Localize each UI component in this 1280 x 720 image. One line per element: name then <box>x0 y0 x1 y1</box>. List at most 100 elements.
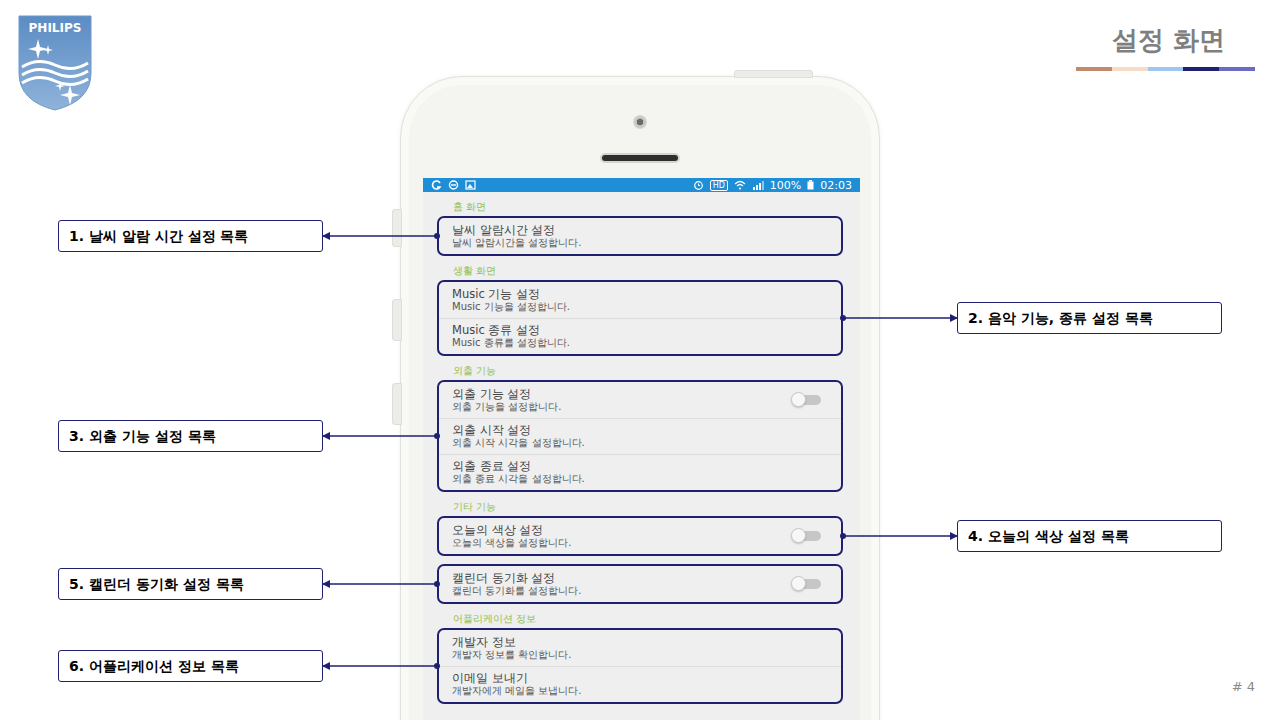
callout-dot <box>840 533 846 539</box>
settings-item[interactable]: 캘린더 동기화 설정 캘린더 동기화를 설정합니다. <box>439 566 841 602</box>
section-header: 생활 화면 <box>423 256 860 280</box>
item-subtitle: 외출 시작 시각을 설정합니다. <box>452 437 585 449</box>
settings-item[interactable]: 오늘의 색상 설정 오늘의 색상을 설정합니다. <box>439 518 841 554</box>
signal-icon <box>752 180 764 190</box>
item-subtitle: 오늘의 색상을 설정합니다. <box>452 537 572 549</box>
status-info: HD 100% 02:03 <box>693 179 852 192</box>
item-title: 외출 종료 설정 <box>452 460 585 473</box>
slide-header: PHILIPS 설정 화면 <box>0 0 1280 111</box>
item-title: 날씨 알람시간 설정 <box>452 224 582 237</box>
item-subtitle: Music 기능을 설정합니다. <box>452 301 570 313</box>
section-groups: 개발자 정보 개발자 정보를 확인합니다. 이메일 보내기 개발자에게 메일을 … <box>423 628 860 704</box>
section-header: 어플리케이션 정보 <box>423 604 860 628</box>
wifi-icon <box>734 180 746 190</box>
item-text: Music 종류 설정 Music 종류를 설정합니다. <box>452 324 570 349</box>
section-groups: 오늘의 색상 설정 오늘의 색상을 설정합니다. 캘린더 동기화 설정 캘린더 … <box>423 516 860 604</box>
settings-item[interactable]: 외출 종료 설정 외출 종료 시각을 설정합니다. <box>439 454 841 490</box>
section-groups: 날씨 알람시간 설정 날씨 알람시간을 설정합니다. <box>423 216 860 256</box>
item-title: 외출 기능 설정 <box>452 388 562 401</box>
callout-dot <box>434 433 440 439</box>
callout-label: 2. 음악 기능, 종류 설정 목록 <box>957 302 1222 334</box>
settings-item[interactable]: Music 기능 설정 Music 기능을 설정합니다. <box>439 282 841 318</box>
callout-label: 5. 캘린더 동기화 설정 목록 <box>58 568 323 600</box>
callout-dot <box>840 315 846 321</box>
toggle-switch[interactable] <box>793 579 821 589</box>
settings-item[interactable]: 외출 시작 설정 외출 시작 시각을 설정합니다. <box>439 418 841 454</box>
item-subtitle: 개발자에게 메일을 보냅니다. <box>452 685 582 697</box>
sync-icon <box>448 180 459 190</box>
speaker-icon <box>600 153 680 163</box>
item-text: 캘린더 동기화 설정 캘린더 동기화를 설정합니다. <box>452 572 582 597</box>
item-text: 이메일 보내기 개발자에게 메일을 보냅니다. <box>452 672 582 697</box>
phone-side-button <box>392 209 402 247</box>
highlight-group: 개발자 정보 개발자 정보를 확인합니다. 이메일 보내기 개발자에게 메일을 … <box>437 628 843 704</box>
section-header: 기타 기능 <box>423 492 860 516</box>
item-subtitle: 날씨 알람시간을 설정합니다. <box>452 237 582 249</box>
item-title: 개발자 정보 <box>452 636 572 649</box>
settings-section: 외출 기능 외출 기능 설정 외출 기능을 설정합니다. 외출 시작 설정 외출… <box>423 356 860 492</box>
callout-arrow <box>323 665 437 667</box>
accent-strip <box>1076 67 1255 71</box>
settings-section: 홈 화면 날씨 알람시간 설정 날씨 알람시간을 설정합니다. <box>423 192 860 256</box>
section-header: 외출 기능 <box>423 356 860 380</box>
item-title: 외출 시작 설정 <box>452 424 585 437</box>
callout-label: 4. 오늘의 색상 설정 목록 <box>957 520 1222 552</box>
settings-item[interactable]: Music 종류 설정 Music 종류를 설정합니다. <box>439 318 841 354</box>
item-text: 외출 종료 설정 외출 종료 시각을 설정합니다. <box>452 460 585 485</box>
item-text: Music 기능 설정 Music 기능을 설정합니다. <box>452 288 570 313</box>
item-title: 오늘의 색상 설정 <box>452 524 572 537</box>
highlight-group: 외출 기능 설정 외출 기능을 설정합니다. 외출 시작 설정 외출 시작 시각… <box>437 380 843 492</box>
slide-title: 설정 화면 <box>1112 23 1255 57</box>
status-icons <box>431 180 476 190</box>
toggle-knob <box>791 576 806 591</box>
page-number: # 4 <box>1232 679 1280 720</box>
callout-arrow <box>323 435 437 437</box>
svg-text:PHILIPS: PHILIPS <box>29 21 82 35</box>
settings-item[interactable]: 개발자 정보 개발자 정보를 확인합니다. <box>439 630 841 666</box>
settings-item[interactable]: 이메일 보내기 개발자에게 메일을 보냅니다. <box>439 666 841 702</box>
item-title: 이메일 보내기 <box>452 672 582 685</box>
title-block: 설정 화면 <box>1076 15 1255 71</box>
section-groups: 외출 기능 설정 외출 기능을 설정합니다. 외출 시작 설정 외출 시작 시각… <box>423 380 860 492</box>
callout-dot <box>434 233 440 239</box>
item-subtitle: 캘린더 동기화를 설정합니다. <box>452 585 582 597</box>
item-subtitle: 개발자 정보를 확인합니다. <box>452 649 572 661</box>
settings-item[interactable]: 날씨 알람시간 설정 날씨 알람시간을 설정합니다. <box>439 218 841 254</box>
section-header: 홈 화면 <box>423 192 860 216</box>
callout-label: 1. 날씨 알람 시간 설정 목록 <box>58 220 323 252</box>
toggle-knob <box>791 528 806 543</box>
item-text: 개발자 정보 개발자 정보를 확인합니다. <box>452 636 572 661</box>
hd-badge: HD <box>710 180 728 191</box>
callout-arrow <box>323 235 437 237</box>
item-text: 오늘의 색상 설정 오늘의 색상을 설정합니다. <box>452 524 572 549</box>
slide: PHILIPS 설정 화면 HD 100% 02:03 홈 화면 날씨 알람시간… <box>0 0 1280 720</box>
philips-shield-icon: PHILIPS <box>18 15 92 111</box>
alarm-icon <box>693 180 704 190</box>
toggle-switch[interactable] <box>793 531 821 541</box>
toggle-switch[interactable] <box>793 395 821 405</box>
item-subtitle: 외출 종료 시각을 설정합니다. <box>452 473 585 485</box>
phone-side-button <box>392 383 402 425</box>
battery-level: 100% <box>770 179 801 192</box>
highlight-group: 캘린더 동기화 설정 캘린더 동기화를 설정합니다. <box>437 564 843 604</box>
highlight-group: 오늘의 색상 설정 오늘의 색상을 설정합니다. <box>437 516 843 556</box>
highlight-group: Music 기능 설정 Music 기능을 설정합니다. Music 종류 설정… <box>437 280 843 356</box>
phone-mockup: HD 100% 02:03 홈 화면 날씨 알람시간 설정 날씨 알람시간을 설… <box>400 76 880 720</box>
battery-icon <box>807 180 814 190</box>
callout-arrow <box>323 583 437 585</box>
callout-connectors <box>0 0 1280 720</box>
item-subtitle: Music 종류를 설정합니다. <box>452 337 570 349</box>
settings-screen: HD 100% 02:03 홈 화면 날씨 알람시간 설정 날씨 알람시간을 설… <box>423 178 860 720</box>
item-subtitle: 외출 기능을 설정합니다. <box>452 401 562 413</box>
callout-dot <box>434 581 440 587</box>
callout-dot <box>434 663 440 669</box>
settings-item[interactable]: 외출 기능 설정 외출 기능을 설정합니다. <box>439 382 841 418</box>
item-title: Music 기능 설정 <box>452 288 570 301</box>
status-bar: HD 100% 02:03 <box>423 178 860 192</box>
camera-icon <box>633 115 647 129</box>
callout-arrow <box>843 535 957 537</box>
item-text: 외출 시작 설정 외출 시작 시각을 설정합니다. <box>452 424 585 449</box>
status-time: 02:03 <box>820 179 852 192</box>
item-title: Music 종류 설정 <box>452 324 570 337</box>
item-text: 날씨 알람시간 설정 날씨 알람시간을 설정합니다. <box>452 224 582 249</box>
